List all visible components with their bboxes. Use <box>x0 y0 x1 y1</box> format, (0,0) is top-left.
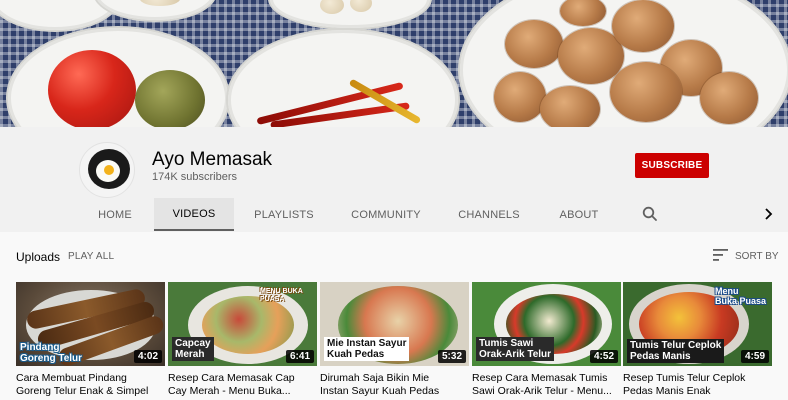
banner-egg <box>494 72 546 122</box>
video-thumbnail[interactable]: Tumis Sawi Orak-Arik Telur 4:52 <box>472 282 621 366</box>
video-title[interactable]: Dirumah Saja Bikin Mie Instan Sayur Kuah… <box>320 372 469 398</box>
uploads-title[interactable]: Uploads <box>16 250 60 264</box>
tab-home[interactable]: HOME <box>84 198 146 231</box>
banner-egg <box>540 86 600 127</box>
thumbnail-caption: Capcay Merah <box>172 337 214 361</box>
video-card[interactable]: Capcay Merah MENU BUKA PUASA 6:41 Resep … <box>168 282 317 398</box>
video-duration: 4:02 <box>133 350 162 363</box>
video-thumbnail[interactable]: Pindang Goreng Telur 4:02 <box>16 282 165 366</box>
thumbnail-caption: Pindang Goreng Telur <box>20 342 83 364</box>
banner-tomato <box>48 50 136 127</box>
search-icon[interactable] <box>641 205 659 223</box>
video-card[interactable]: Pindang Goreng Telur 4:02 Cara Membuat P… <box>16 282 165 398</box>
channel-name: Ayo Memasak <box>152 149 273 170</box>
tab-community[interactable]: COMMUNITY <box>344 198 428 231</box>
tab-playlists[interactable]: PLAYLISTS <box>246 198 322 231</box>
banner-egg <box>610 62 682 122</box>
video-title[interactable]: Resep Tumis Telur Ceplok Pedas Manis Ena… <box>623 372 772 398</box>
video-title-line: Dirumah Saja Bikin Mie <box>320 372 430 384</box>
sort-by-button[interactable]: SORT BY <box>713 248 779 264</box>
video-title-line: Resep Cara Memasak Cap <box>168 372 295 384</box>
video-title-line: Sawi Orak-Arik Telur - Menu... <box>472 385 612 397</box>
tab-channels[interactable]: CHANNELS <box>452 198 526 231</box>
channel-page: Ayo Memasak 174K subscribers SUBSCRIBE H… <box>0 0 788 400</box>
banner-egg <box>612 0 674 52</box>
channel-avatar[interactable] <box>79 142 135 198</box>
video-title-line: Goreng Telur Enak & Simpel <box>16 385 149 397</box>
chevron-right-icon[interactable] <box>760 205 778 223</box>
video-duration: 4:59 <box>740 350 769 363</box>
video-title-line: Instan Sayur Kuah Pedas <box>320 385 440 397</box>
sort-by-label: SORT BY <box>735 250 779 262</box>
video-card[interactable]: Mie Instan Sayur Kuah Pedas 5:32 Dirumah… <box>320 282 469 398</box>
video-title-line: Resep Tumis Telur Ceplok <box>623 372 746 384</box>
thumbnail-caption: Mie Instan Sayur Kuah Pedas <box>324 337 410 361</box>
tab-videos[interactable]: VIDEOS <box>154 198 234 231</box>
video-title-line: Cay Merah - Menu Buka... <box>168 385 291 397</box>
video-title-line: Resep Cara Memasak Tumis <box>472 372 608 384</box>
video-thumbnail[interactable]: Tumis Telur Ceplok Pedas Manis Menu Buka… <box>623 282 772 366</box>
video-title-line: Cara Membuat Pindang <box>16 372 127 384</box>
video-title-line: Pedas Manis Enak <box>623 385 711 397</box>
subscribe-button[interactable]: SUBSCRIBE <box>635 153 709 178</box>
banner-egg <box>505 20 563 68</box>
video-duration: 4:52 <box>589 350 618 363</box>
tab-about[interactable]: ABOUT <box>552 198 606 231</box>
video-title[interactable]: Resep Cara Memasak Cap Cay Merah - Menu … <box>168 372 317 398</box>
video-title[interactable]: Resep Cara Memasak Tumis Sawi Orak-Arik … <box>472 372 621 398</box>
video-duration: 5:32 <box>437 350 466 363</box>
thumbnail-badge: MENU BUKA PUASA <box>260 288 303 303</box>
video-thumbnail[interactable]: Capcay Merah MENU BUKA PUASA 6:41 <box>168 282 317 366</box>
sort-icon <box>713 248 729 264</box>
video-thumbnail[interactable]: Mie Instan Sayur Kuah Pedas 5:32 <box>320 282 469 366</box>
thumbnail-badge: Menu Buka Puasa <box>715 286 767 306</box>
video-card[interactable]: Tumis Telur Ceplok Pedas Manis Menu Buka… <box>623 282 772 398</box>
avatar-yolk <box>104 165 114 175</box>
banner-egg <box>700 72 758 124</box>
video-title[interactable]: Cara Membuat Pindang Goreng Telur Enak &… <box>16 372 165 398</box>
subscriber-count: 174K subscribers <box>152 171 237 183</box>
banner-lime <box>135 70 205 127</box>
video-card[interactable]: Tumis Sawi Orak-Arik Telur 4:52 Resep Ca… <box>472 282 621 398</box>
channel-banner <box>0 0 788 127</box>
video-duration: 6:41 <box>285 350 314 363</box>
thumbnail-caption: Tumis Sawi Orak-Arik Telur <box>476 337 555 361</box>
thumbnail-caption: Tumis Telur Ceplok Pedas Manis <box>627 339 725 363</box>
play-all-button[interactable]: PLAY ALL <box>68 251 114 262</box>
